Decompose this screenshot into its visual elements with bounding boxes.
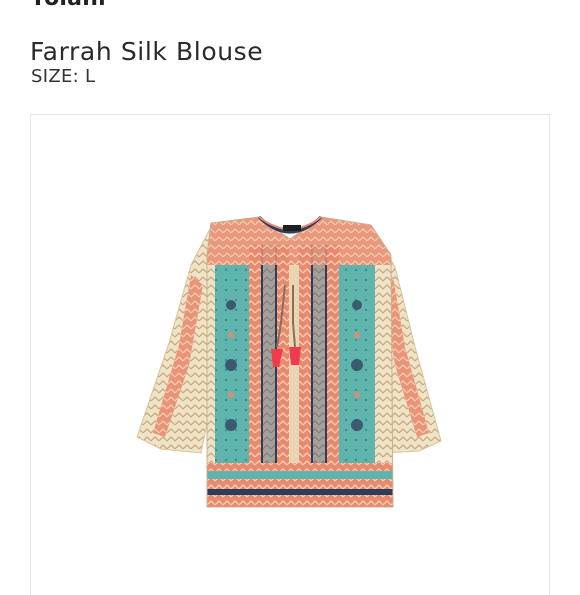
product-image-card[interactable] <box>30 114 550 595</box>
blouse-image <box>136 215 442 508</box>
brand-name: Yolani <box>30 0 106 11</box>
product-title: Farrah Silk Blouse <box>30 36 264 66</box>
size-label: SIZE: <box>31 66 80 87</box>
size-value: L <box>85 66 96 87</box>
size-info: SIZE: L <box>31 66 95 87</box>
